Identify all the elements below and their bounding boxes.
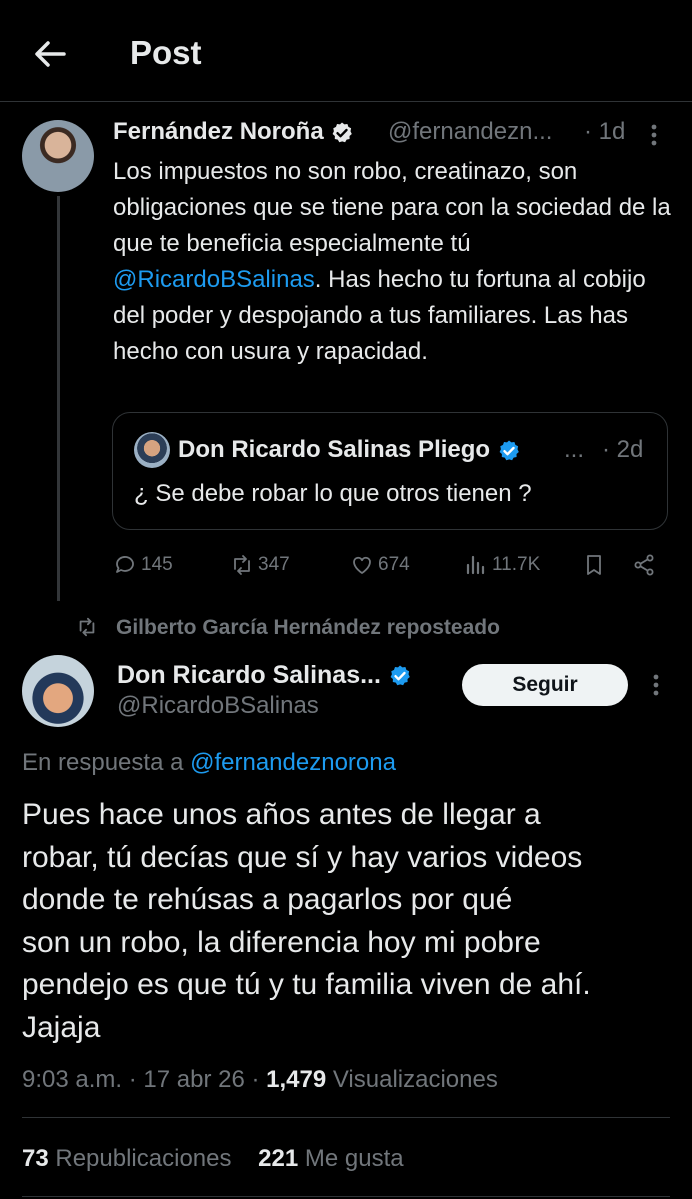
- share-icon: [634, 554, 654, 576]
- post-time[interactable]: · 1d: [584, 117, 625, 147]
- heart-icon: [353, 556, 371, 574]
- likes-label: Me gusta: [298, 1145, 404, 1172]
- author-name[interactable]: Don Ricardo Salinas...: [117, 659, 412, 691]
- views-count: 11.7K: [492, 554, 541, 575]
- more-vertical-icon: [653, 674, 659, 696]
- bookmark-icon: [587, 555, 601, 575]
- post-metadata: 9:03 a.m. · 17 abr 26 · 1,479 Visualizac…: [22, 1064, 498, 1096]
- author-handle[interactable]: @fernandezn...: [388, 117, 552, 147]
- bookmark-button[interactable]: [582, 552, 606, 578]
- repost-icon: [234, 555, 250, 575]
- follow-button[interactable]: Seguir: [462, 664, 628, 706]
- more-options-button[interactable]: [644, 120, 664, 150]
- avatar[interactable]: [22, 655, 94, 727]
- post-text: Pues hace unos años antes de llegar a ro…: [22, 798, 591, 1044]
- post-text-part: Los impuestos no son robo, creatinazo, s…: [113, 158, 671, 257]
- views-count: 1,479: [266, 1066, 327, 1093]
- header-divider: [0, 101, 692, 102]
- divider: [22, 1196, 670, 1197]
- likes-stat[interactable]: 221 Me gusta: [258, 1145, 403, 1172]
- reposts-label: Republicaciones: [48, 1145, 232, 1172]
- more-options-button[interactable]: [646, 670, 666, 700]
- reply-context: En respuesta a @fernandeznorona: [22, 747, 396, 779]
- quote-avatar: [134, 432, 170, 468]
- page-title: Post: [130, 34, 202, 71]
- reply-count: 145: [141, 554, 173, 575]
- reply-prefix: En respuesta a: [22, 749, 191, 776]
- quoted-post[interactable]: [112, 412, 668, 530]
- reposts-stat[interactable]: 73 Republicaciones: [22, 1145, 231, 1172]
- more-vertical-icon: [651, 124, 657, 146]
- post-timestamp[interactable]: 9:03 a.m. · 17 abr 26 ·: [22, 1066, 266, 1093]
- repost-button[interactable]: 347: [230, 552, 290, 578]
- mention-link[interactable]: @RicardoBSalinas: [113, 266, 315, 293]
- verified-badge-icon: [332, 122, 353, 142]
- avatar[interactable]: [22, 120, 94, 192]
- back-button[interactable]: [28, 32, 72, 76]
- reply-icon: [116, 556, 134, 573]
- share-button[interactable]: [632, 552, 656, 578]
- reposted-by-label[interactable]: Gilberto García Hernández reposteado: [116, 614, 500, 642]
- views-icon: [466, 555, 485, 575]
- author-name-text: Fernández Noroña: [113, 118, 324, 145]
- quote-handle-truncated: ...: [564, 436, 585, 463]
- like-count: 674: [378, 554, 410, 575]
- verified-badge-icon: [390, 665, 410, 686]
- author-name-text: Don Ricardo Salinas...: [117, 661, 381, 689]
- like-button[interactable]: 674: [350, 552, 410, 578]
- post-text: Los impuestos no son robo, creatinazo, s…: [113, 154, 673, 370]
- arrow-left-icon: [35, 41, 66, 67]
- repost-indicator-icon: [76, 616, 98, 638]
- likes-count: 221: [258, 1145, 299, 1172]
- quote-author-name-text: Don Ricardo Salinas Pliego: [178, 436, 491, 463]
- quote-author-name: Don Ricardo Salinas Pliego: [178, 435, 521, 465]
- engagement-stats: 73 Republicaciones 221 Me gusta: [22, 1143, 404, 1175]
- reply-button[interactable]: 145: [113, 552, 173, 578]
- divider: [22, 1117, 670, 1118]
- verified-badge-icon: [499, 440, 519, 460]
- quote-text: ¿ Se debe robar lo que otros tienen ?: [134, 480, 532, 507]
- reposts-count: 73: [22, 1145, 49, 1172]
- reply-handle-link[interactable]: @fernandeznorona: [190, 749, 396, 776]
- repost-count: 347: [258, 554, 290, 575]
- thread-line: [57, 196, 60, 601]
- author-handle[interactable]: @RicardoBSalinas: [117, 690, 319, 722]
- author-name[interactable]: Fernández Noroña: [113, 117, 354, 147]
- views-button[interactable]: 11.7K: [464, 552, 540, 578]
- views-label: Visualizaciones: [326, 1066, 498, 1093]
- quote-time: · 2d: [602, 436, 644, 463]
